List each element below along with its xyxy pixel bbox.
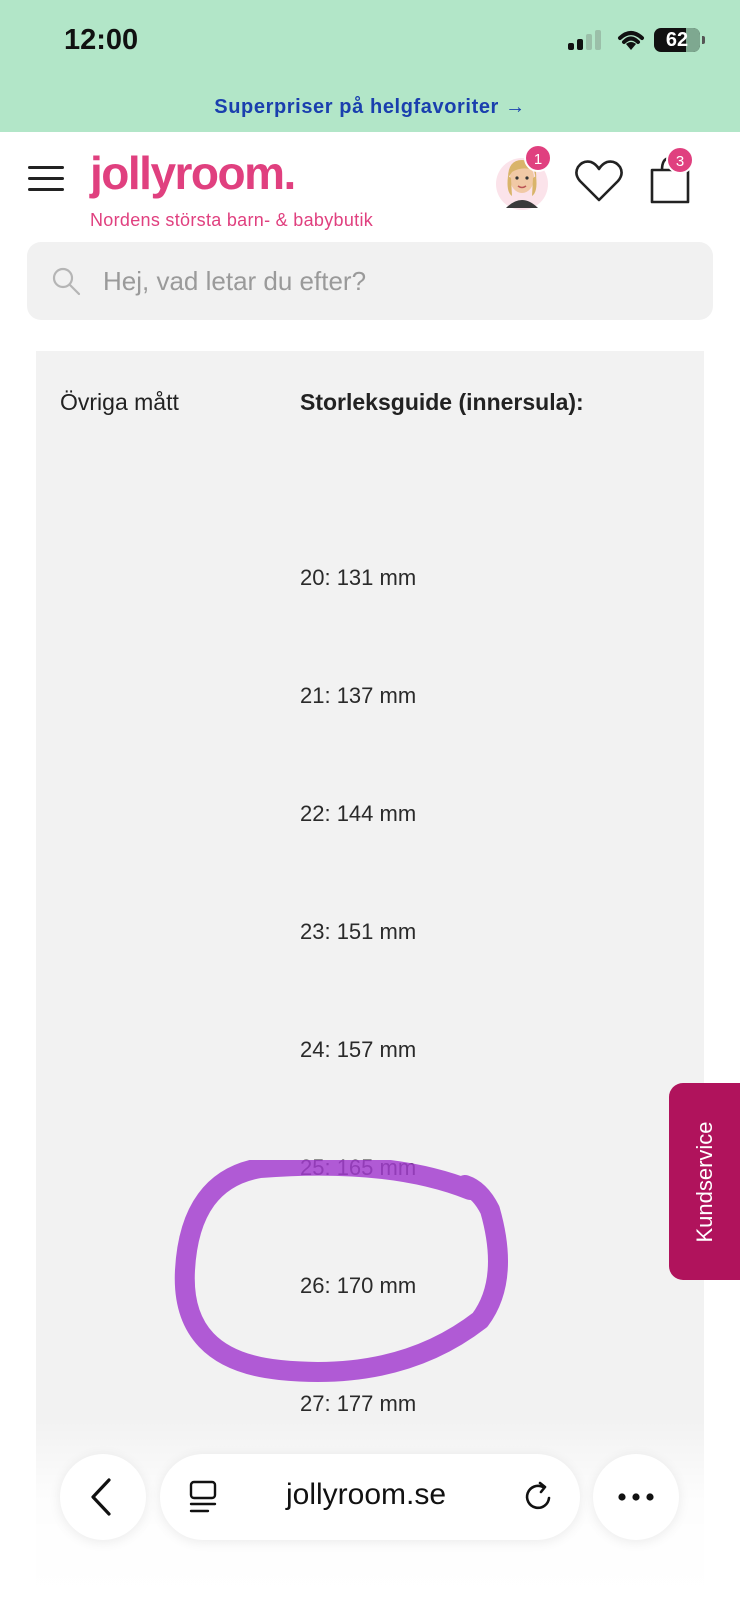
back-button[interactable]: [60, 1454, 146, 1540]
site-header: jollyroom. Nordens största barn- & babyb…: [0, 132, 740, 236]
profile-avatar[interactable]: 1: [496, 144, 552, 210]
size-row: 21: 137 mm: [300, 683, 417, 708]
size-guide-heading: Storleksguide (innersula):: [300, 389, 584, 415]
promo-banner[interactable]: Superpriser på helgfavoriter →: [0, 82, 740, 132]
size-row: 24: 157 mm: [300, 1037, 417, 1062]
search-input[interactable]: [103, 242, 683, 320]
chevron-left-icon: [91, 1478, 111, 1516]
address-bar[interactable]: jollyroom.se: [160, 1454, 580, 1540]
avatar-badge: 1: [524, 144, 552, 172]
tagline: Nordens största barn- & babybutik: [90, 210, 374, 230]
menu-icon[interactable]: [28, 166, 64, 192]
battery-level: 62: [665, 29, 689, 51]
status-time: 12:00: [64, 24, 139, 56]
customer-service-tab[interactable]: Kundservice: [669, 1083, 740, 1280]
highlight-annotation: [174, 1160, 508, 1382]
size-row: 22: 144 mm: [300, 801, 417, 826]
search-icon: [52, 267, 81, 296]
cart-badge: 3: [666, 146, 694, 174]
url-text[interactable]: jollyroom.se: [286, 1478, 446, 1512]
size-row: 20: 131 mm: [300, 565, 417, 590]
promo-link[interactable]: Superpriser på helgfavoriter →: [214, 96, 525, 119]
jollyroom-logo[interactable]: jollyroom.: [90, 146, 296, 200]
reload-icon[interactable]: [522, 1480, 556, 1514]
heart-icon[interactable]: [574, 158, 624, 204]
battery-icon: 62: [654, 28, 705, 52]
more-options-button[interactable]: [593, 1454, 679, 1540]
cart-button[interactable]: 3: [648, 146, 694, 204]
customer-service-label: Kundservice: [691, 1120, 717, 1243]
search-box[interactable]: [27, 242, 713, 320]
cellular-signal-icon: [568, 30, 601, 50]
ellipsis-icon: [618, 1493, 654, 1501]
reader-mode-icon[interactable]: [188, 1480, 218, 1514]
product-details-panel: Övriga mått Storleksguide (innersula): 2…: [36, 351, 704, 1600]
other-measures-label: Övriga mått: [60, 389, 179, 415]
status-bar: 12:00 62: [0, 0, 740, 82]
size-row: 23: 151 mm: [300, 919, 417, 944]
wifi-icon: [618, 31, 644, 50]
